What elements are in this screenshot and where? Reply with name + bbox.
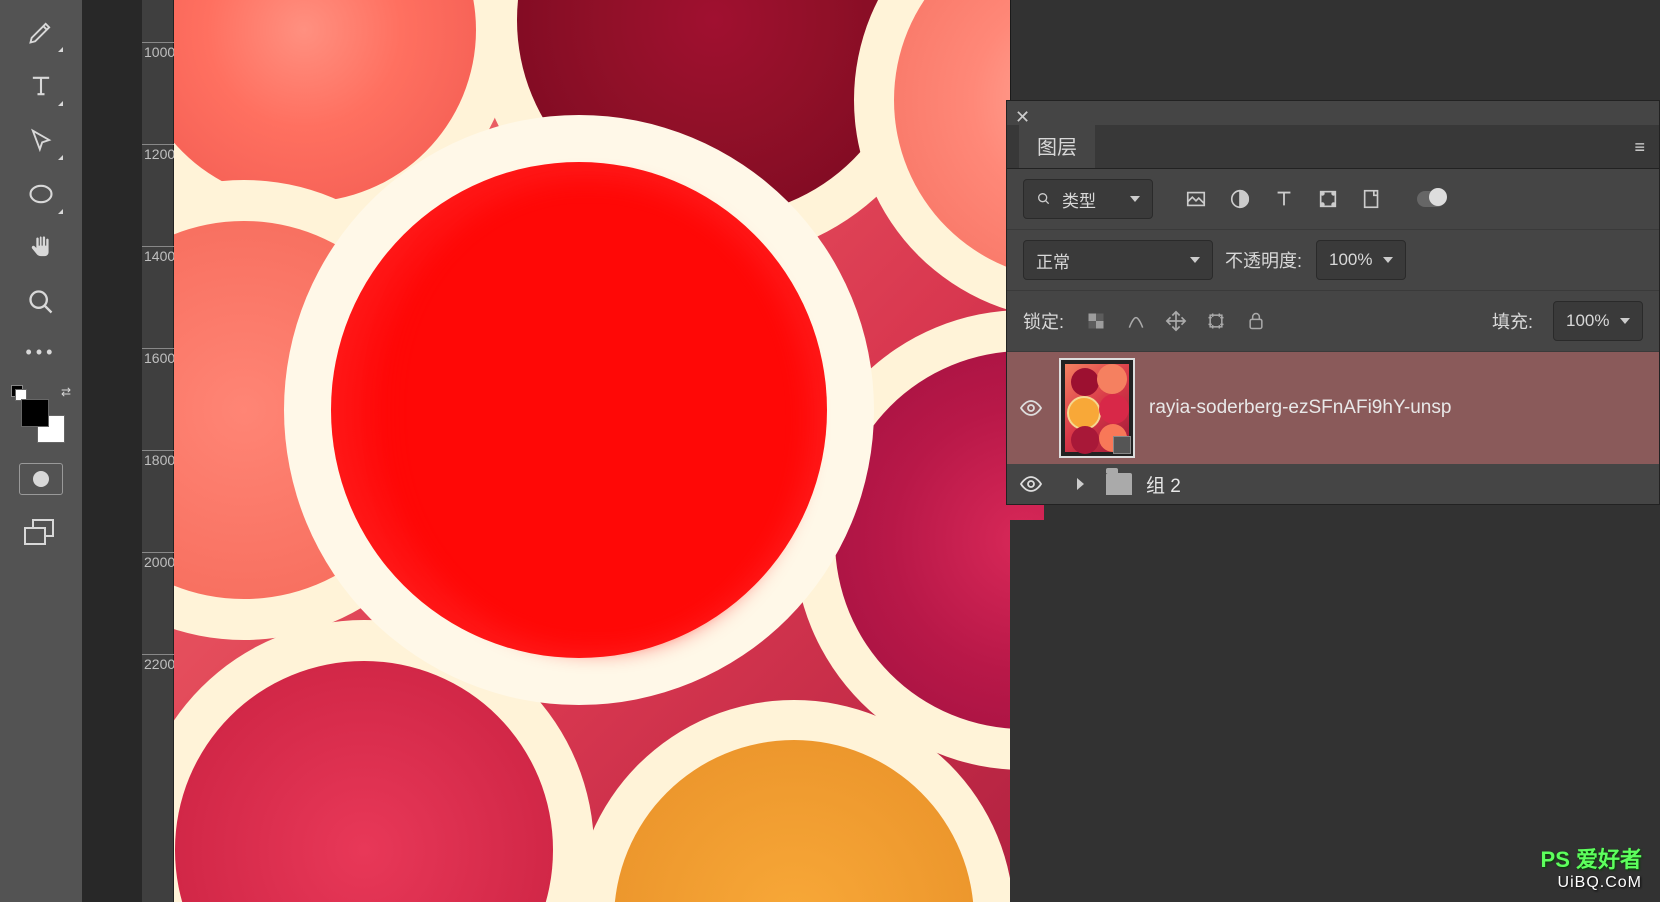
workspace-background xyxy=(1010,0,1660,100)
document-canvas[interactable] xyxy=(174,0,1044,902)
layer-name[interactable]: 组 2 xyxy=(1146,471,1181,498)
tools-toolbar: ••• ⇄ xyxy=(0,0,82,902)
panel-menu-icon[interactable]: ≡ xyxy=(1620,127,1659,168)
layer-group-row[interactable]: 组 2 xyxy=(1007,464,1659,504)
default-colors-icon[interactable] xyxy=(11,385,25,399)
filter-shape-icon[interactable] xyxy=(1315,186,1341,212)
ruler-mark: 1200 xyxy=(144,147,156,162)
pen-tool[interactable] xyxy=(17,10,65,54)
watermark-text: PS 爱好者 xyxy=(1541,842,1642,874)
type-tool[interactable] xyxy=(17,64,65,108)
layer-filter-row: 类型 xyxy=(1007,169,1659,230)
ruler-mark: 1000 xyxy=(144,45,156,60)
filter-adjustment-icon[interactable] xyxy=(1227,186,1253,212)
painted-area xyxy=(284,115,874,705)
opacity-label: 不透明度: xyxy=(1225,247,1302,273)
ruler-mark: 1600 xyxy=(144,351,156,366)
opacity-value: 100% xyxy=(1329,250,1372,270)
fill-value: 100% xyxy=(1566,311,1609,331)
ruler-mark: 2200 xyxy=(144,657,156,672)
search-icon xyxy=(1036,191,1052,207)
layer-thumbnail[interactable] xyxy=(1059,358,1135,458)
expand-group-icon[interactable] xyxy=(1077,478,1084,490)
smart-object-badge-icon xyxy=(1113,436,1131,454)
toolbar-more-icon[interactable]: ••• xyxy=(26,334,57,371)
path-selection-tool[interactable] xyxy=(17,118,65,162)
lock-image-icon[interactable] xyxy=(1124,309,1148,333)
layer-row[interactable]: rayia-soderberg-ezSFnAFi9hY-unsp xyxy=(1007,352,1659,464)
layers-list: rayia-soderberg-ezSFnAFi9hY-unsp 组 2 xyxy=(1007,352,1659,504)
filter-pixel-icon[interactable] xyxy=(1183,186,1209,212)
hand-tool[interactable] xyxy=(17,226,65,270)
folder-icon xyxy=(1106,473,1132,495)
lock-label: 锁定: xyxy=(1023,308,1064,334)
quick-mask-button[interactable] xyxy=(19,463,63,495)
zoom-tool[interactable] xyxy=(17,280,65,324)
canvas-area: 800 1000 1200 1400 1600 1800 2000 2200 xyxy=(82,0,1010,902)
color-swatches[interactable]: ⇄ xyxy=(17,391,65,435)
ruler-mark: 1800 xyxy=(144,453,156,468)
watermark: PS 爱好者 UiBQ.CoM xyxy=(1541,842,1642,892)
ruler-mark: 2000 xyxy=(144,555,156,570)
filter-type-icon[interactable] xyxy=(1271,186,1297,212)
vertical-ruler[interactable]: 800 1000 1200 1400 1600 1800 2000 2200 xyxy=(142,0,174,902)
fill-label: 填充: xyxy=(1492,308,1533,334)
tab-layers[interactable]: 图层 xyxy=(1019,121,1095,168)
lock-all-icon[interactable] xyxy=(1244,309,1268,333)
blend-mode-dropdown[interactable]: 正常 xyxy=(1023,240,1213,280)
opacity-input[interactable]: 100% xyxy=(1316,240,1406,280)
blend-opacity-row: 正常 不透明度: 100% xyxy=(1007,230,1659,291)
watermark-url: UiBQ.CoM xyxy=(1541,874,1642,892)
ellipse-tool[interactable] xyxy=(17,172,65,216)
close-icon[interactable]: ✕ xyxy=(1015,107,1035,127)
swap-colors-icon[interactable]: ⇄ xyxy=(61,385,71,399)
lock-fill-row: 锁定: 填充: 100% xyxy=(1007,291,1659,352)
filter-type-dropdown[interactable]: 类型 xyxy=(1023,179,1153,219)
fill-input[interactable]: 100% xyxy=(1553,301,1643,341)
layers-panel: ✕ 图层 ≡ 类型 正常 不透明度: 100% 锁定: xyxy=(1006,100,1660,505)
visibility-toggle[interactable] xyxy=(1017,394,1045,422)
layer-name[interactable]: rayia-soderberg-ezSFnAFi9hY-unsp xyxy=(1149,397,1451,419)
blend-mode-value: 正常 xyxy=(1036,248,1070,273)
filter-smartobject-icon[interactable] xyxy=(1359,186,1385,212)
ruler-mark: 1400 xyxy=(144,249,156,264)
visibility-toggle[interactable] xyxy=(1017,470,1045,498)
lock-transparency-icon[interactable] xyxy=(1084,309,1108,333)
foreground-color[interactable] xyxy=(21,399,49,427)
filter-toggle[interactable] xyxy=(1417,191,1445,207)
lock-artboard-icon[interactable] xyxy=(1204,309,1228,333)
filter-type-label: 类型 xyxy=(1062,187,1096,212)
lock-position-icon[interactable] xyxy=(1164,309,1188,333)
screen-mode-button[interactable] xyxy=(22,519,60,547)
